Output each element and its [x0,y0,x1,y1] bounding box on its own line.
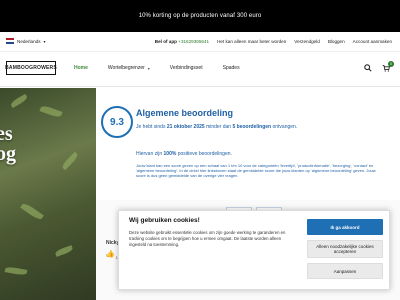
text-fragment: minder dan [206,124,232,130]
cookie-consent-dialog: Wij gebruiken cookies! Deze website gebr… [118,210,390,290]
positive-percentage: 100% [163,151,177,157]
necessary-cookies-button[interactable]: Alleen noodzakelijke cookies accepteren [307,240,383,258]
site-logo[interactable]: BAMBOOGROWERS [5,61,57,75]
nav-item-label: Spades [222,65,240,71]
util-link-blog[interactable]: Bloggen [328,39,345,44]
review-count-line: Je hebt sinds 21 oktober 2025 minder dan… [136,124,297,130]
phone-number: +31629365641 [178,39,210,44]
utility-bar: Nederlands ▾ Bel of app +31629365641 Het… [0,32,400,52]
language-label: Nederlands [17,38,41,44]
nav-item-label: Wortelbegrenzer [107,65,145,71]
nav-item-home[interactable]: Home [64,65,98,71]
text-fragment: Hiervan zijn [136,151,163,157]
util-link-account[interactable]: Account aanmaken [353,39,392,44]
nav-item-verbindingsset[interactable]: Verbindingsset [160,65,213,71]
announcement-bar: 10% korting op de producten vanaf 300 eu… [0,0,400,32]
cookie-description: Deze website gebruikt essentiële cookies… [129,230,286,247]
nav-links: Home Wortelbegrenzer ▾ Verbindingsset Sp… [64,65,250,71]
hero-heading: es og [0,124,16,164]
customize-cookies-button[interactable]: Aanpassen [307,263,383,279]
text-fragment: Je hebt sinds [136,124,166,130]
review-score: 9.3 [101,106,133,138]
utility-links: Bel of app +31629365641 Het kan alleen m… [155,39,392,44]
language-selector[interactable]: Nederlands ▾ [6,38,46,44]
review-title: Algemene beoordeling [136,108,234,118]
util-link-better[interactable]: Het kan alleen maar beter worden [217,39,286,44]
cookie-title: Wij gebruiken cookies! [129,217,200,224]
review-explanation: Jouw klant kan een score geven op een sc… [136,163,376,178]
accept-cookies-button[interactable]: Ik ga akkoord [307,219,383,235]
main-navigation: BAMBOOGROWERS Home Wortelbegrenzer ▾ Ver… [0,53,400,87]
chevron-down-icon: ▾ [147,65,150,71]
nav-icons: 0 [364,61,394,74]
hero-line-1: es [0,123,13,145]
review-count: 5 beoordelingen [232,124,272,130]
announcement-text: 10% korting op de producten vanaf 300 eu… [138,13,262,19]
chevron-down-icon: ▾ [43,38,46,44]
search-icon[interactable] [364,64,372,74]
nav-item-wortelbegrenzer[interactable]: Wortelbegrenzer ▾ [98,65,160,71]
review-date: 21 oktober 2025 [166,124,205,130]
util-link-shipping[interactable]: Verzendgeld [294,39,320,44]
hero-image: es og [0,88,96,300]
review-summary: 9.3 Algemene beoordeling Je hebt sinds 2… [96,88,400,200]
nav-item-label: Verbindingsset [169,65,203,71]
netherlands-flag-icon [6,38,14,44]
text-fragment: positieve beoordelingen. [177,151,232,157]
cart-count-badge: 0 [388,61,394,67]
call-or-app[interactable]: Bel of app +31629365641 [155,39,209,44]
nav-item-label: Home [74,65,88,71]
nav-item-spades[interactable]: Spades [213,65,250,71]
call-prefix: Bel of app [154,39,177,44]
thumbs-up-icon[interactable]: 👍 [106,250,115,258]
positive-reviews-line: Hiervan zijn 100% positieve beoordelinge… [136,151,232,157]
cart-icon[interactable]: 0 [382,61,394,74]
text-fragment: ontvangen. [272,124,298,130]
hero-line-2: og [0,143,16,165]
